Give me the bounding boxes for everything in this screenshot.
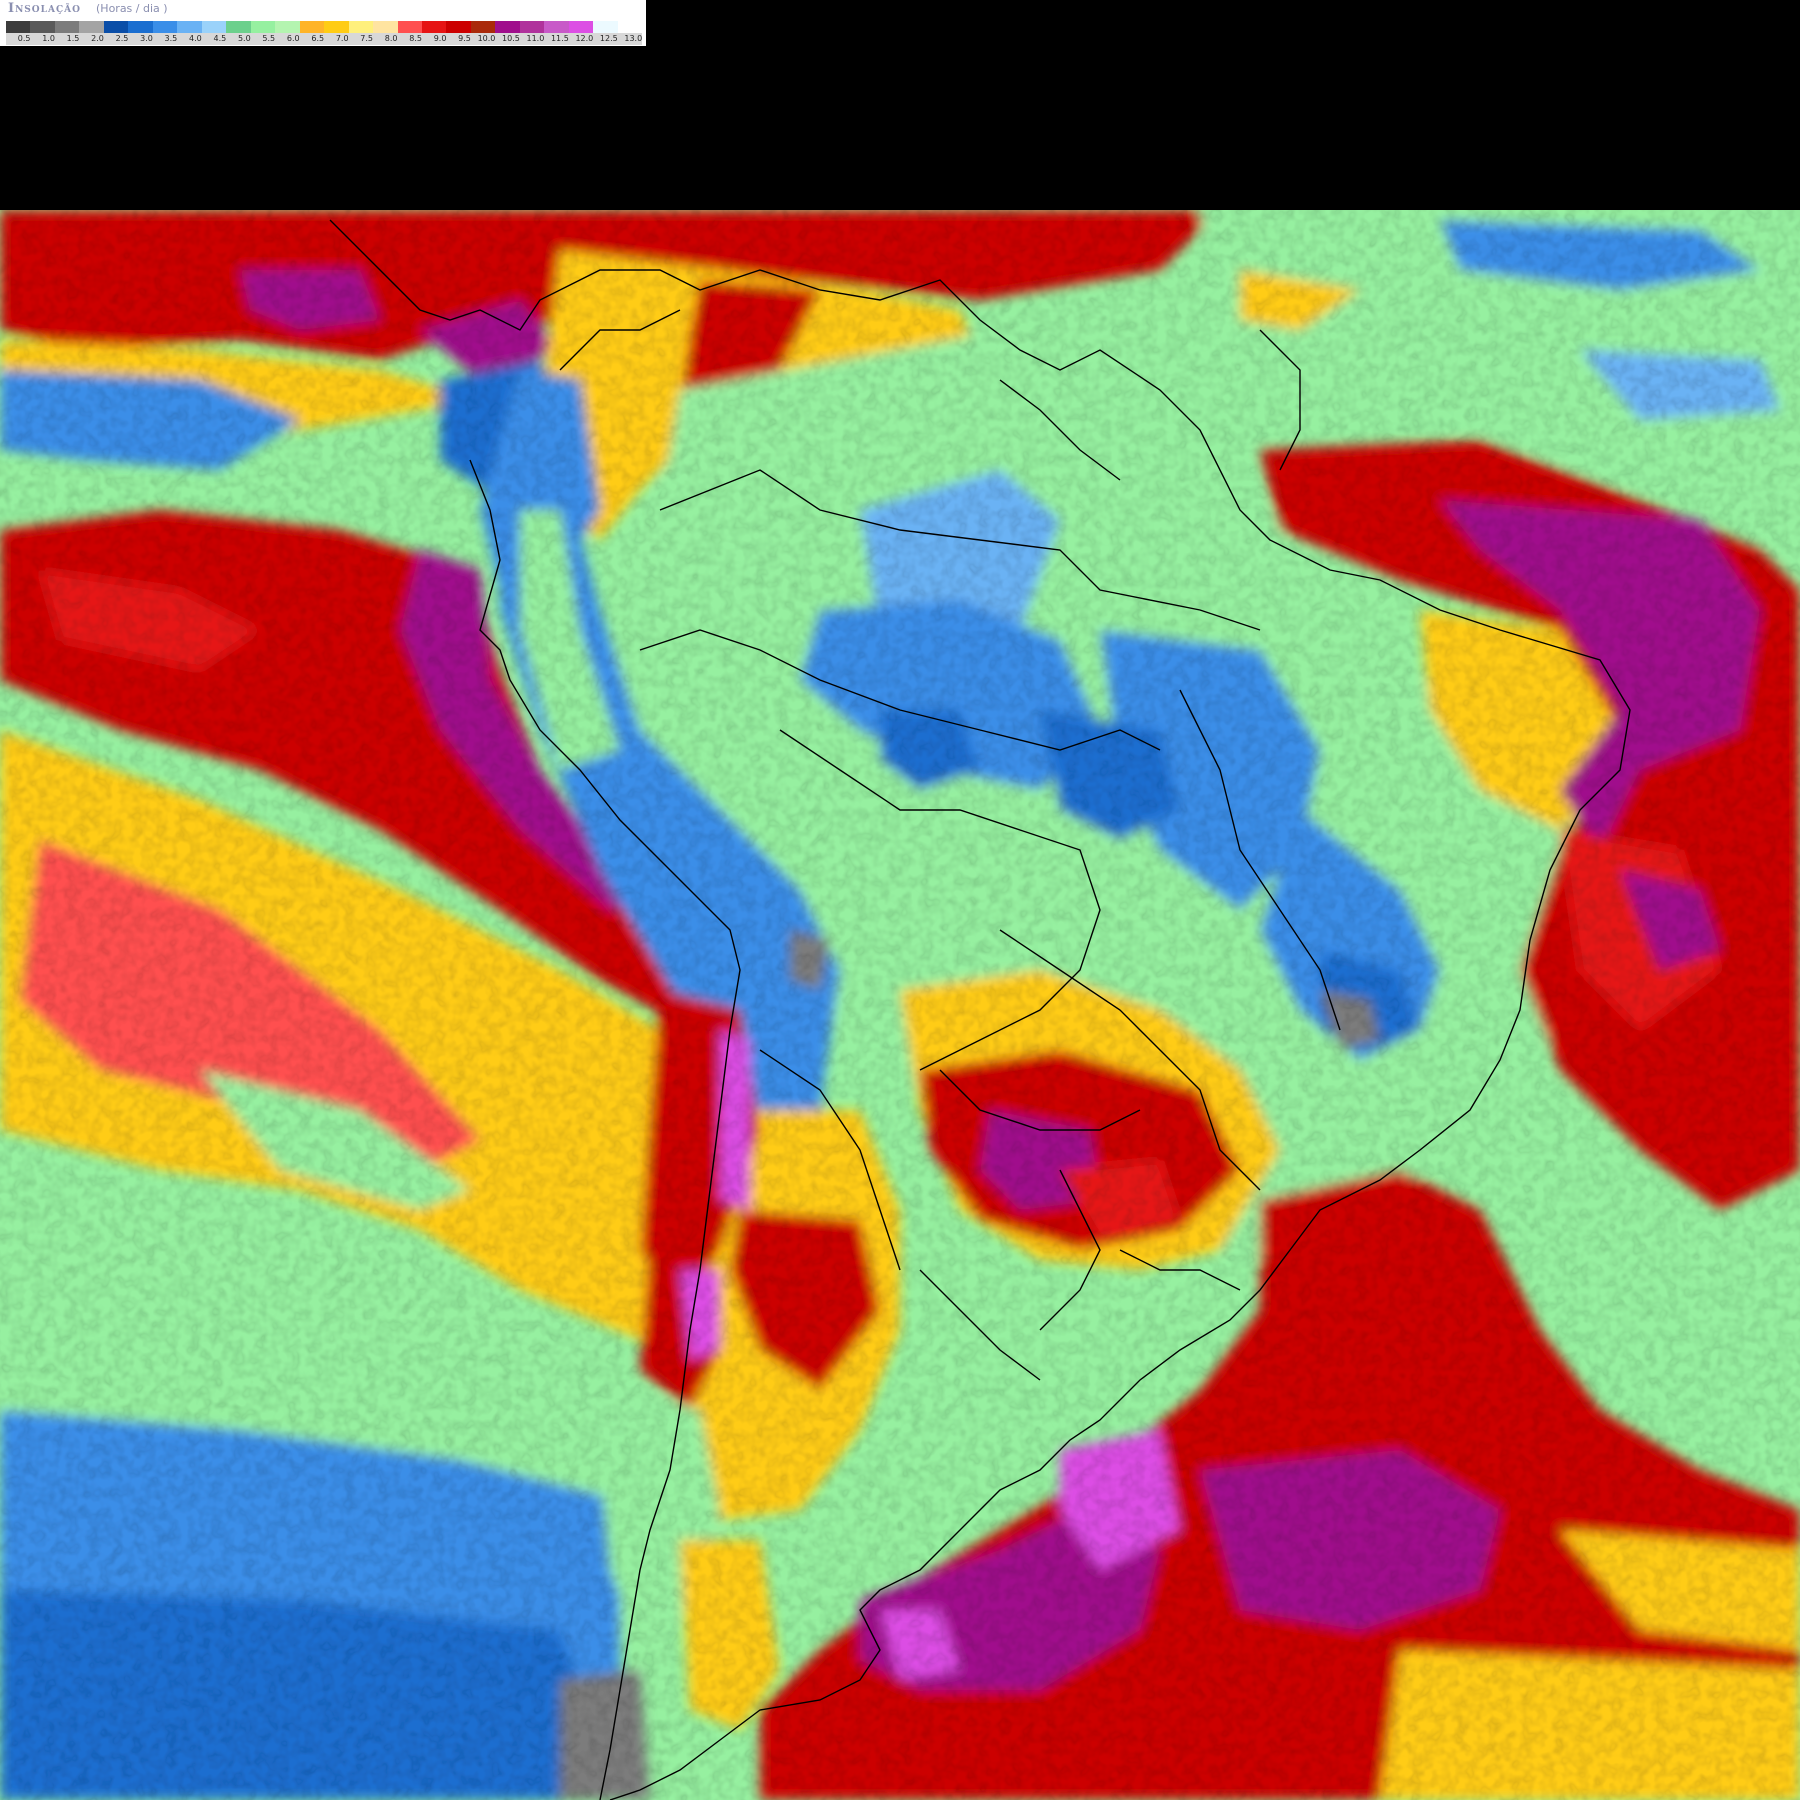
legend-swatch [324,21,349,33]
legend-tick-label: 10.0 [477,34,496,43]
legend-tick-label: 11.0 [526,34,545,43]
legend-swatch [519,21,545,33]
legend-swatch [495,21,520,33]
legend-tick-label: 6.5 [311,34,325,43]
legend-tick-label: 8.5 [409,34,422,43]
legend-swatch [201,21,227,33]
legend-tick-label: 9.0 [433,34,447,43]
legend-swatch [348,21,374,33]
legend-tick-label: 12.5 [599,34,618,43]
legend-tick-label: 3.5 [164,34,178,43]
legend-swatch [152,21,178,33]
legend-swatch [470,21,496,33]
legend-tick-label: 1.0 [42,34,55,43]
legend-swatch [177,21,202,33]
legend-tick-label: 8.0 [384,34,398,43]
legend-title: Insolação [8,1,81,16]
legend-swatch [446,21,471,33]
legend-swatch [128,21,153,33]
legend-tick-label: 11.5 [550,34,569,43]
legend-unit: (Horas / dia ) [96,2,168,15]
legend-tick-label: 4.5 [213,34,227,43]
legend-swatch [373,21,398,33]
legend-tick-label: 4.0 [189,34,202,43]
legend-tick-labels: 0.5 1.0 1.5 2.0 2.5 3.0 3.5 4.0 4.5 5.0 5.5 6.0 6.5 7… [6,33,642,45]
legend-swatch [103,21,129,33]
legend-swatch [275,21,300,33]
legend-swatch [79,21,104,33]
legend-swatch [299,21,325,33]
legend-tick-label: 12.0 [575,34,594,43]
legend-swatch [226,21,251,33]
legend-swatch [54,21,80,33]
legend-tick-label: 2.0 [91,34,104,43]
legend-swatch [544,21,569,33]
legend-swatch [250,21,276,33]
legend-tick-label: 7.0 [335,34,349,43]
legend-tick-label: 2.5 [115,34,129,43]
legend-swatch [568,21,594,33]
legend-swatch [617,21,643,33]
color-legend: Insolação (Horas / dia ) 0.5 1.0 1.5 2.0 2.5… [0,0,646,46]
legend-swatch [6,21,31,33]
insolation-map [0,210,1800,1800]
legend-swatch [397,21,422,33]
insolation-field [0,210,1800,1800]
legend-swatch [593,21,618,33]
legend-tick-label: 5.0 [237,34,251,43]
legend-swatch [30,21,55,33]
legend-tick-label: 3.0 [140,34,153,43]
legend-tick-label: 10.5 [502,34,520,43]
legend-tick-label: 6.0 [286,34,300,43]
insolation-map-page: Insolação (Horas / dia ) 0.5 1.0 1.5 2.0 2.5… [0,0,1800,1800]
legend-color-scale [6,21,643,33]
legend-tick-label: 1.5 [66,34,80,43]
legend-tick-label: 0.5 [17,34,31,43]
legend-tick-label: 7.5 [360,34,374,43]
legend-tick-label: 9.5 [458,34,471,43]
legend-swatch [421,21,447,33]
legend-tick-label: 13.0 [624,34,643,43]
legend-tick-label: 5.5 [262,34,276,43]
